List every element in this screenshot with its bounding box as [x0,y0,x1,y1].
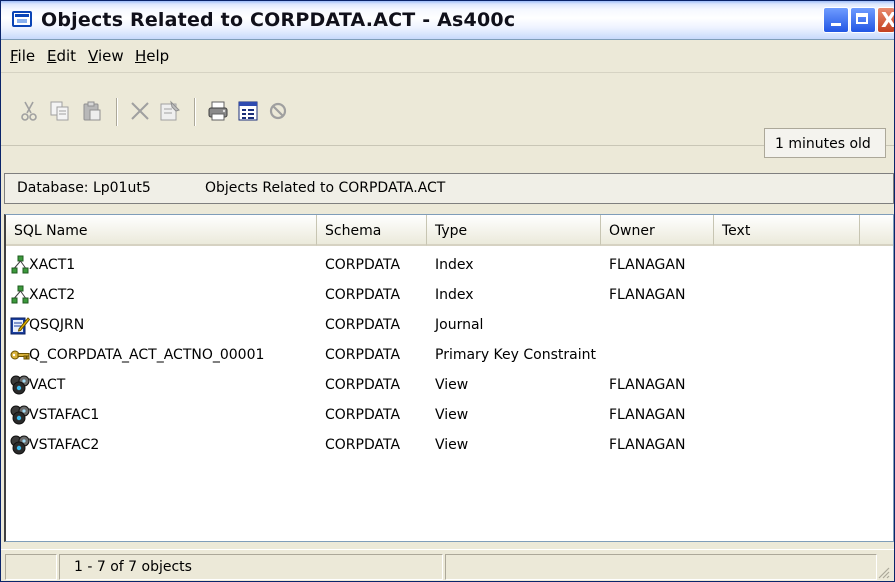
row-owner: FLANAGAN [609,287,686,303]
journal-icon [10,317,30,335]
objects-list[interactable]: SQL Name Schema Type Owner Text XACT1 CO… [4,214,894,542]
row-schema: CORPDATA [325,257,401,273]
close-button[interactable]: X [877,7,895,33]
row-type: Index [435,287,474,303]
row-owner: FLANAGAN [609,437,686,453]
menu-file[interactable]: File [10,47,35,65]
row-sql-name: VSTAFAC2 [29,437,100,453]
maximize-button[interactable] [850,7,876,33]
row-type: View [435,407,469,423]
column-header-owner[interactable]: Owner [601,215,714,246]
row-schema: CORPDATA [325,407,401,423]
status-bar: 1 - 7 of 7 objects [1,549,894,581]
toolbar [1,73,894,146]
view-icon [10,405,30,425]
database-label: Database: Lp01ut5 [17,180,151,196]
menu-help[interactable]: Help [135,47,169,65]
table-row[interactable]: VSTAFAC1 CORPDATA View FLANAGAN [6,403,886,429]
title-bar[interactable]: Objects Related to CORPDATA.ACT - As400c… [1,1,894,40]
row-schema: CORPDATA [325,287,401,303]
column-header-sql-name[interactable]: SQL Name [6,215,317,246]
row-sql-name: XACT1 [29,257,76,273]
view-icon [10,375,30,395]
stop-icon[interactable] [267,100,289,122]
properties-icon[interactable] [159,100,181,122]
row-schema: CORPDATA [325,377,401,393]
menu-edit[interactable]: Edit [47,47,76,65]
print-icon[interactable] [207,100,229,122]
row-owner: FLANAGAN [609,257,686,273]
resize-grip-icon[interactable] [876,565,890,579]
row-schema: CORPDATA [325,317,401,333]
status-object-count: 1 - 7 of 7 objects [59,554,443,580]
table-row[interactable]: XACT1 CORPDATA Index FLANAGAN [6,253,886,279]
table-row[interactable]: XACT2 CORPDATA Index FLANAGAN [6,283,886,309]
key-icon [10,350,30,360]
close-icon: X [881,8,895,32]
row-schema: CORPDATA [325,437,401,453]
toolbar-separator [116,98,118,126]
status-cell-blank [5,554,57,580]
cut-icon[interactable] [18,100,40,122]
column-header-type[interactable]: Type [427,215,601,246]
row-owner: FLANAGAN [609,407,686,423]
row-schema: CORPDATA [325,347,401,363]
paste-icon[interactable] [81,100,103,122]
row-owner: FLANAGAN [609,377,686,393]
row-type: Primary Key Constraint [435,347,596,363]
copy-icon[interactable] [49,100,71,122]
details-icon[interactable] [237,100,259,122]
app-window-icon [12,11,32,27]
status-cell-message [445,554,877,580]
table-row[interactable]: Q_CORPDATA_ACT_ACTNO_00001 CORPDATA Prim… [6,343,886,369]
table-row[interactable]: QSQJRN CORPDATA Journal [6,313,886,339]
menu-bar: File Edit View Help [1,40,894,73]
table-row[interactable]: VSTAFAC2 CORPDATA View FLANAGAN [6,433,886,459]
row-type: Index [435,257,474,273]
row-type: Journal [435,317,484,333]
index-icon [11,255,29,274]
column-header-filler [860,215,893,246]
row-type: View [435,437,469,453]
index-icon [11,285,29,304]
view-icon [10,435,30,455]
row-sql-name: Q_CORPDATA_ACT_ACTNO_00001 [29,347,265,363]
minimize-button[interactable] [823,7,849,33]
column-header-text[interactable]: Text [714,215,860,246]
menu-view[interactable]: View [88,47,124,65]
delete-icon[interactable] [129,100,151,122]
row-type: View [435,377,469,393]
table-row[interactable]: VACT CORPDATA View FLANAGAN [6,373,886,399]
row-sql-name: VACT [29,377,66,393]
column-header-schema[interactable]: Schema [317,215,427,246]
related-objects-label: Objects Related to CORPDATA.ACT [205,180,446,196]
info-bar: Database: Lp01ut5 Objects Related to COR… [4,173,894,204]
row-sql-name: XACT2 [29,287,76,303]
data-age-indicator: 1 minutes old [764,128,886,158]
toolbar-separator [194,98,196,126]
row-sql-name: QSQJRN [29,317,85,333]
window-title: Objects Related to CORPDATA.ACT - As400c [41,9,516,31]
main-window: Objects Related to CORPDATA.ACT - As400c… [0,0,895,582]
row-sql-name: VSTAFAC1 [29,407,100,423]
